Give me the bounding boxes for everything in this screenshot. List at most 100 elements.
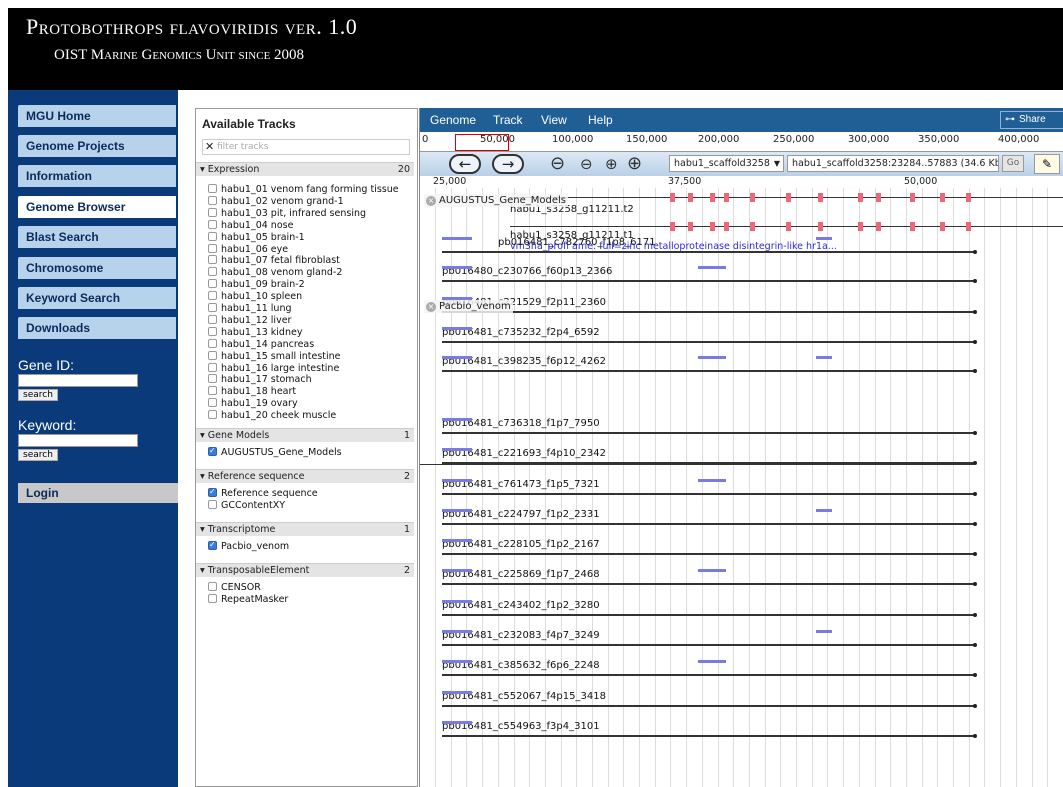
track-checkbox[interactable]	[208, 362, 217, 372]
track-item[interactable]: habu1_03 pit, infrared sensing	[208, 207, 366, 220]
track-category-header[interactable]: ▾ Transcriptome 1	[196, 522, 414, 536]
transcript-line[interactable]	[442, 493, 976, 495]
zoom-out-large-icon[interactable]: ⊖	[550, 153, 565, 174]
keyword-input[interactable]	[18, 434, 138, 447]
transcript-line[interactable]	[442, 251, 976, 253]
track-item[interactable]: habu1_04 nose	[208, 219, 293, 232]
track-checkbox[interactable]	[208, 279, 217, 289]
track-checkbox[interactable]	[208, 207, 217, 217]
track-item[interactable]: habu1_11 lung	[208, 303, 292, 315]
track-item[interactable]: CENSOR	[208, 582, 261, 594]
transcript-line[interactable]	[442, 735, 976, 737]
login-button[interactable]: Login	[18, 483, 178, 503]
sidebar-item-downloads[interactable]: Downloads	[18, 317, 176, 339]
track-item[interactable]: habu1_10 spleen	[208, 291, 302, 303]
track-item[interactable]: habu1_19 ovary	[208, 398, 298, 410]
sidebar-item-chromosome[interactable]: Chromosome	[18, 257, 176, 279]
track-checkbox[interactable]	[208, 243, 217, 253]
transcript-line[interactable]	[442, 614, 976, 616]
track-item[interactable]: habu1_08 venom gland-2	[208, 267, 342, 279]
track-checkbox[interactable]	[208, 539, 217, 551]
track-category-header[interactable]: ▾ Reference sequence 2	[196, 469, 414, 483]
clear-filter-icon[interactable]: ✕	[205, 140, 214, 154]
track-item[interactable]: habu1_05 brain-1	[208, 231, 305, 244]
track-item[interactable]: GCContentXY	[208, 500, 285, 512]
tracks-area[interactable]: × Pacbio_venom × AUGUSTUS_Gene_Models habu1…	[420, 188, 1063, 787]
track-checkbox[interactable]	[208, 255, 217, 265]
track-item[interactable]: Reference sequence	[208, 486, 318, 500]
transcript-line[interactable]	[442, 432, 976, 434]
track-checkbox[interactable]	[208, 374, 217, 384]
transcript-line[interactable]	[442, 311, 976, 313]
track-checkbox[interactable]	[208, 291, 217, 301]
transcript-label[interactable]: pb016481_c782760_f1p8_6171	[498, 237, 656, 248]
track-checkbox[interactable]	[208, 219, 217, 229]
sidebar-item-information[interactable]: Information	[18, 165, 176, 187]
pan-left-icon[interactable]: ←	[449, 154, 481, 174]
keyword-search-button[interactable]: search	[18, 449, 58, 461]
gene-id-input[interactable]	[18, 374, 138, 387]
track-checkbox[interactable]	[208, 338, 217, 348]
pan-right-icon[interactable]: →	[492, 154, 524, 174]
track-checkbox[interactable]	[208, 267, 217, 277]
track-checkbox[interactable]	[208, 303, 217, 312]
overview-ruler[interactable]: 0 50,000 100,000 150,000 200,000 250,000 300,0…	[420, 132, 1063, 152]
transcript-line[interactable]	[442, 644, 976, 646]
track-item[interactable]: habu1_15 small intestine	[208, 350, 341, 363]
track-item[interactable]: habu1_13 kidney	[208, 326, 302, 339]
track-item[interactable]: habu1_06 eye	[208, 243, 288, 256]
transcript-line[interactable]	[442, 280, 976, 282]
track-category-header[interactable]: ▾ Gene Models 1	[196, 428, 414, 442]
transcript-line[interactable]	[442, 705, 976, 707]
track-checkbox[interactable]	[208, 386, 217, 396]
menu-help[interactable]: Help	[588, 113, 613, 127]
track-item[interactable]: RepeatMasker	[208, 594, 288, 606]
sidebar-item-blast-search[interactable]: Blast Search	[18, 226, 176, 248]
transcript-line[interactable]	[442, 674, 976, 676]
track-item[interactable]: habu1_01 venom fang forming tissue	[208, 184, 399, 196]
sidebar-item-genome-projects[interactable]: Genome Projects	[18, 135, 176, 157]
zoom-in-icon[interactable]: ⊕	[605, 155, 618, 173]
track-checkbox[interactable]	[208, 350, 217, 360]
transcript-line[interactable]	[442, 523, 976, 525]
track-checkbox[interactable]	[208, 398, 217, 408]
transcript-line[interactable]	[442, 341, 976, 343]
share-button[interactable]: ⊶ Share	[1000, 111, 1063, 129]
transcript-line[interactable]	[442, 370, 976, 372]
track-category-header[interactable]: ▾ Expression 20	[196, 162, 414, 176]
track-item[interactable]: habu1_16 large intestine	[208, 362, 339, 375]
track-checkbox[interactable]	[208, 184, 217, 193]
filter-tracks-input[interactable]: ✕ filter tracks	[202, 139, 410, 155]
track-item[interactable]: habu1_18 heart	[208, 386, 296, 398]
transcript-line[interactable]	[442, 583, 976, 585]
highlight-icon[interactable]: ✎	[1034, 154, 1060, 174]
track-item[interactable]: AUGUSTUS_Gene_Models	[208, 445, 342, 459]
zoom-out-icon[interactable]: ⊖	[580, 155, 593, 173]
track-item[interactable]: habu1_12 liver	[208, 314, 291, 327]
location-input[interactable]: habu1_scaffold3258:23284..57883 (34.6 Kb…	[787, 155, 999, 172]
track-checkbox[interactable]	[208, 410, 217, 420]
scaffold-select[interactable]: habu1_scaffold3258 ▼	[669, 155, 784, 172]
transcript-line[interactable]	[442, 553, 976, 555]
track-checkbox[interactable]	[208, 195, 217, 205]
sidebar-item-keyword-search[interactable]: Keyword Search	[18, 287, 176, 309]
track-item[interactable]: habu1_17 stomach	[208, 374, 312, 386]
go-button[interactable]: Go	[1002, 155, 1024, 172]
close-track-icon[interactable]: ×	[426, 196, 436, 206]
track-checkbox[interactable]	[208, 582, 217, 591]
track-checkbox[interactable]	[208, 314, 217, 324]
track-checkbox[interactable]	[208, 486, 217, 498]
track-checkbox[interactable]	[208, 445, 217, 457]
sidebar-item-mgu-home[interactable]: MGU Home	[18, 105, 176, 127]
track-item[interactable]: habu1_09 brain-2	[208, 279, 305, 291]
track-item[interactable]: habu1_07 fetal fibroblast	[208, 255, 340, 267]
track-item[interactable]: habu1_14 pancreas	[208, 338, 314, 351]
track-item[interactable]: Pacbio_venom	[208, 539, 289, 553]
track-item[interactable]: habu1_02 venom grand-1	[208, 195, 344, 208]
sidebar-item-genome-browser[interactable]: Genome Browser	[18, 196, 176, 218]
track-checkbox[interactable]	[208, 594, 217, 603]
track-checkbox[interactable]	[208, 500, 217, 509]
gene-id-search-button[interactable]: search	[18, 389, 58, 401]
track-checkbox[interactable]	[208, 326, 217, 336]
menu-genome[interactable]: Genome	[430, 113, 476, 127]
